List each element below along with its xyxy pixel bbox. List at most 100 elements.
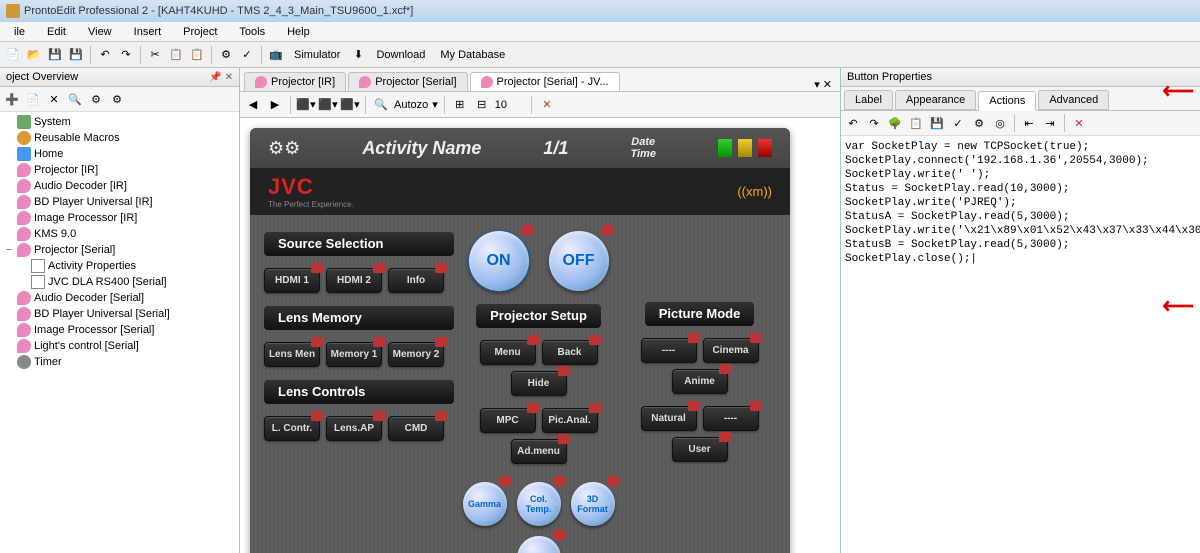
grid-value[interactable]: 10 xyxy=(495,99,507,111)
tab-advanced[interactable]: Advanced xyxy=(1038,90,1109,110)
action-gear-icon[interactable]: ⚙ xyxy=(970,114,988,132)
picadj-button[interactable]: Pic. Adj. xyxy=(517,536,561,553)
memory1-button[interactable]: Memory 1 xyxy=(326,342,382,367)
tree-item[interactable]: −Projector [Serial] xyxy=(2,242,237,258)
zoom-icon[interactable]: 🔍 xyxy=(372,96,390,114)
action-indent-icon[interactable]: ⇥ xyxy=(1041,114,1059,132)
tree-item[interactable]: Home xyxy=(2,146,237,162)
menu-tools[interactable]: Tools xyxy=(229,24,275,40)
tab-label[interactable]: Label xyxy=(844,90,893,110)
mpc-button[interactable]: MPC xyxy=(480,408,536,433)
3dformat-button[interactable]: 3D Format xyxy=(571,482,615,526)
back-button[interactable]: Back xyxy=(542,340,598,365)
distribute-icon[interactable]: ⬛▾ xyxy=(341,96,359,114)
tree-item[interactable]: BD Player Universal [IR] xyxy=(2,194,237,210)
tree-item[interactable]: Audio Decoder [IR] xyxy=(2,178,237,194)
tree-item[interactable]: Light's control [Serial] xyxy=(2,338,237,354)
simulator-icon[interactable]: 📺 xyxy=(267,46,285,64)
action-target-icon[interactable]: ◎ xyxy=(991,114,1009,132)
copy-icon[interactable]: 📋 xyxy=(167,46,185,64)
dash-button[interactable]: ---- xyxy=(641,338,697,363)
project-tree[interactable]: SystemReusable MacrosHomeProjector [IR]A… xyxy=(0,112,239,553)
tree-item[interactable]: BD Player Universal [Serial] xyxy=(2,306,237,322)
tree-item[interactable]: System xyxy=(2,114,237,130)
action-undo-icon[interactable]: ↶ xyxy=(844,114,862,132)
redo-icon[interactable]: ↷ xyxy=(117,46,135,64)
download-button[interactable]: Download xyxy=(370,49,431,61)
menu-project[interactable]: Project xyxy=(173,24,227,40)
undo-icon[interactable]: ↶ xyxy=(96,46,114,64)
tab-projector-ir[interactable]: Projector [IR] xyxy=(244,72,346,91)
cinema-button[interactable]: Cinema xyxy=(703,338,759,363)
action-save-icon[interactable]: 💾 xyxy=(928,114,946,132)
menu-view[interactable]: View xyxy=(78,24,122,40)
tree-item[interactable]: Timer xyxy=(2,354,237,370)
user-button[interactable]: User xyxy=(672,437,728,462)
pin-icon[interactable]: 📌 ✕ xyxy=(209,72,233,83)
dash2-button[interactable]: ---- xyxy=(703,406,759,431)
tree-item[interactable]: Projector [IR] xyxy=(2,162,237,178)
saveall-icon[interactable]: 💾 xyxy=(67,46,85,64)
tree-gear2-icon[interactable]: ⚙ xyxy=(108,90,126,108)
align-center-icon[interactable]: ⬛▾ xyxy=(319,96,337,114)
lensap-button[interactable]: Lens.AP xyxy=(326,416,382,441)
action-outdent-icon[interactable]: ⇤ xyxy=(1020,114,1038,132)
action-script-editor[interactable]: var SocketPlay = new TCPSocket(true); So… xyxy=(841,136,1200,553)
memory2-button[interactable]: Memory 2 xyxy=(388,342,444,367)
cut-icon[interactable]: ✂ xyxy=(146,46,164,64)
close-panel-icon[interactable]: ✕ xyxy=(538,96,556,114)
new-icon[interactable]: 📄 xyxy=(4,46,22,64)
paste-icon[interactable]: 📋 xyxy=(188,46,206,64)
action-redo-icon[interactable]: ↷ xyxy=(865,114,883,132)
mydatabase-button[interactable]: My Database xyxy=(434,49,511,61)
menu-edit[interactable]: Edit xyxy=(37,24,76,40)
tab-projector-serial-jv[interactable]: Projector [Serial] - JV... xyxy=(470,72,620,91)
natural-button[interactable]: Natural xyxy=(641,406,697,431)
menu-insert[interactable]: Insert xyxy=(124,24,172,40)
gamma-button[interactable]: Gamma xyxy=(463,482,507,526)
align-left-icon[interactable]: ⬛▾ xyxy=(297,96,315,114)
validate-icon[interactable]: ✓ xyxy=(238,46,256,64)
download-icon[interactable]: ⬇ xyxy=(349,46,367,64)
hdmi1-button[interactable]: HDMI 1 xyxy=(264,268,320,293)
tree-item[interactable]: Audio Decoder [Serial] xyxy=(2,290,237,306)
hdmi2-button[interactable]: HDMI 2 xyxy=(326,268,382,293)
autozoom-label[interactable]: Autozo xyxy=(394,99,428,111)
nav-prev-icon[interactable]: ◀ xyxy=(244,96,262,114)
tab-actions[interactable]: Actions xyxy=(978,91,1036,111)
open-icon[interactable]: 📂 xyxy=(25,46,43,64)
cmd-button[interactable]: CMD xyxy=(388,416,444,441)
tree-search-icon[interactable]: 🔍 xyxy=(66,90,84,108)
simulator-button[interactable]: Simulator xyxy=(288,49,346,61)
info-button[interactable]: Info xyxy=(388,268,444,293)
hide-button[interactable]: Hide xyxy=(511,371,567,396)
save-icon[interactable]: 💾 xyxy=(46,46,64,64)
tab-projector-serial[interactable]: Projector [Serial] xyxy=(348,72,467,91)
tree-item[interactable]: Image Processor [IR] xyxy=(2,210,237,226)
anime-button[interactable]: Anime xyxy=(672,369,728,394)
tree-gear-icon[interactable]: ⚙ xyxy=(87,90,105,108)
off-button[interactable]: OFF xyxy=(549,231,609,291)
picanal-button[interactable]: Pic.Anal. xyxy=(542,408,598,433)
action-check-icon[interactable]: ✓ xyxy=(949,114,967,132)
action-copy-icon[interactable]: 📋 xyxy=(907,114,925,132)
gear-icon[interactable]: ⚙ xyxy=(217,46,235,64)
nav-next-icon[interactable]: ▶ xyxy=(266,96,284,114)
action-delete-icon[interactable]: ✕ xyxy=(1070,114,1088,132)
tree-item[interactable]: KMS 9.0 xyxy=(2,226,237,242)
menu-help[interactable]: Help xyxy=(277,24,320,40)
tree-del-icon[interactable]: ✕ xyxy=(45,90,63,108)
editor-canvas[interactable]: ⚙⚙ Activity Name 1/1 Date Time J xyxy=(240,118,840,553)
tree-item[interactable]: JVC DLA RS400 [Serial] xyxy=(2,274,237,290)
coltemp-button[interactable]: Col. Temp. xyxy=(517,482,561,526)
on-button[interactable]: ON xyxy=(469,231,529,291)
tree-item[interactable]: Reusable Macros xyxy=(2,130,237,146)
admenu-button[interactable]: Ad.menu xyxy=(511,439,567,464)
tree-item[interactable]: Image Processor [Serial] xyxy=(2,322,237,338)
tree-page-icon[interactable]: 📄 xyxy=(24,90,42,108)
snap-icon[interactable]: ⊟ xyxy=(473,96,491,114)
lensmen-button[interactable]: Lens Men xyxy=(264,342,320,367)
lcontr-button[interactable]: L. Contr. xyxy=(264,416,320,441)
tab-menu-icon[interactable]: ▾ ✕ xyxy=(810,78,836,91)
tab-appearance[interactable]: Appearance xyxy=(895,90,976,110)
